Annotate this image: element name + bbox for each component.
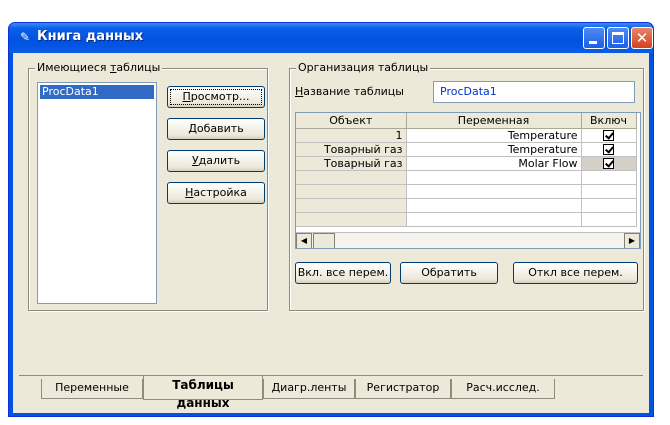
exclude-all-button[interactable]: Откл все перем.: [513, 262, 638, 284]
cell-object[interactable]: Товарный газ: [296, 142, 407, 157]
checkbox-checked-icon[interactable]: [603, 144, 614, 155]
table-organization-label: Организация таблицы: [296, 61, 431, 74]
cell-variable[interactable]: Molar Flow: [406, 156, 582, 171]
include-all-button[interactable]: Вкл. все перем.: [295, 262, 391, 284]
list-item-procdata1[interactable]: ProcData1: [40, 85, 154, 99]
add-button[interactable]: Добавить: [167, 118, 265, 140]
close-icon: ✕: [635, 29, 649, 47]
available-tables-group: Имеющиеся таблицы ProcData1 Просмотр... …: [28, 61, 268, 311]
table-name-input[interactable]: ProcData1: [433, 81, 635, 103]
scroll-left-icon[interactable]: ◀: [296, 233, 312, 248]
cell-variable[interactable]: Temperature: [406, 128, 582, 143]
cell-include[interactable]: [581, 142, 637, 157]
app-icon: ✎: [19, 30, 31, 44]
table-row-empty[interactable]: [296, 184, 637, 199]
maximize-button[interactable]: [607, 27, 629, 49]
invert-button[interactable]: Обратить: [400, 262, 498, 284]
close-button[interactable]: ✕: [631, 27, 653, 49]
tab-variables[interactable]: Переменные: [41, 379, 143, 399]
table-row[interactable]: 1 Temperature: [296, 128, 637, 143]
checkbox-checked-icon[interactable]: [603, 130, 614, 141]
cell-object[interactable]: Товарный газ: [296, 156, 407, 171]
table-organization-group: Организация таблицы Название таблицы Pro…: [289, 61, 644, 311]
title-bar[interactable]: ✎ Книга данных ✕: [9, 23, 653, 53]
cell-include[interactable]: [581, 128, 637, 143]
column-header-object[interactable]: Объект: [296, 113, 407, 129]
grid-header-row: Объект Переменная Включ: [296, 113, 637, 129]
checkbox-checked-icon[interactable]: [603, 158, 614, 169]
tab-case-study[interactable]: Расч.исслед.: [451, 379, 555, 399]
cell-object[interactable]: 1: [296, 128, 407, 143]
table-row-empty[interactable]: [296, 170, 637, 185]
tab-data-tables[interactable]: Таблицы данных: [143, 376, 263, 410]
scroll-right-icon[interactable]: ▶: [624, 233, 640, 248]
delete-button[interactable]: Удалить: [167, 150, 265, 172]
table-name-label: Название таблицы: [295, 85, 404, 98]
cell-variable[interactable]: Temperature: [406, 142, 582, 157]
table-row-empty[interactable]: [296, 198, 637, 213]
variables-grid[interactable]: Объект Переменная Включ 1 Temperature То…: [295, 112, 641, 249]
minimize-button[interactable]: [583, 27, 605, 49]
settings-button[interactable]: Настройка: [167, 182, 265, 204]
table-row[interactable]: Товарный газ Molar Flow: [296, 156, 637, 171]
horizontal-scrollbar[interactable]: ◀ ▶: [296, 232, 640, 248]
window-title: Книга данных: [37, 29, 144, 44]
column-header-include[interactable]: Включ: [581, 113, 637, 129]
tab-strip-charts[interactable]: Диагр.ленты: [263, 379, 355, 399]
table-row-empty[interactable]: [296, 212, 637, 227]
data-book-window: ✎ Книга данных ✕ Имеющиеся таблицы ProcD…: [8, 22, 654, 417]
minimize-icon: [589, 41, 597, 44]
column-header-variable[interactable]: Переменная: [406, 113, 582, 129]
tab-recorder[interactable]: Регистратор: [355, 379, 451, 399]
cell-include[interactable]: [581, 156, 637, 171]
view-button[interactable]: Просмотр...: [167, 86, 265, 108]
table-row[interactable]: Товарный газ Temperature: [296, 142, 637, 157]
tab-strip-rule: [19, 375, 643, 376]
available-tables-label: Имеющиеся таблицы: [35, 61, 163, 74]
client-area: Имеющиеся таблицы ProcData1 Просмотр... …: [13, 53, 649, 413]
scroll-thumb[interactable]: [313, 233, 335, 248]
tables-listbox[interactable]: ProcData1: [37, 82, 157, 304]
maximize-icon: [612, 32, 624, 44]
